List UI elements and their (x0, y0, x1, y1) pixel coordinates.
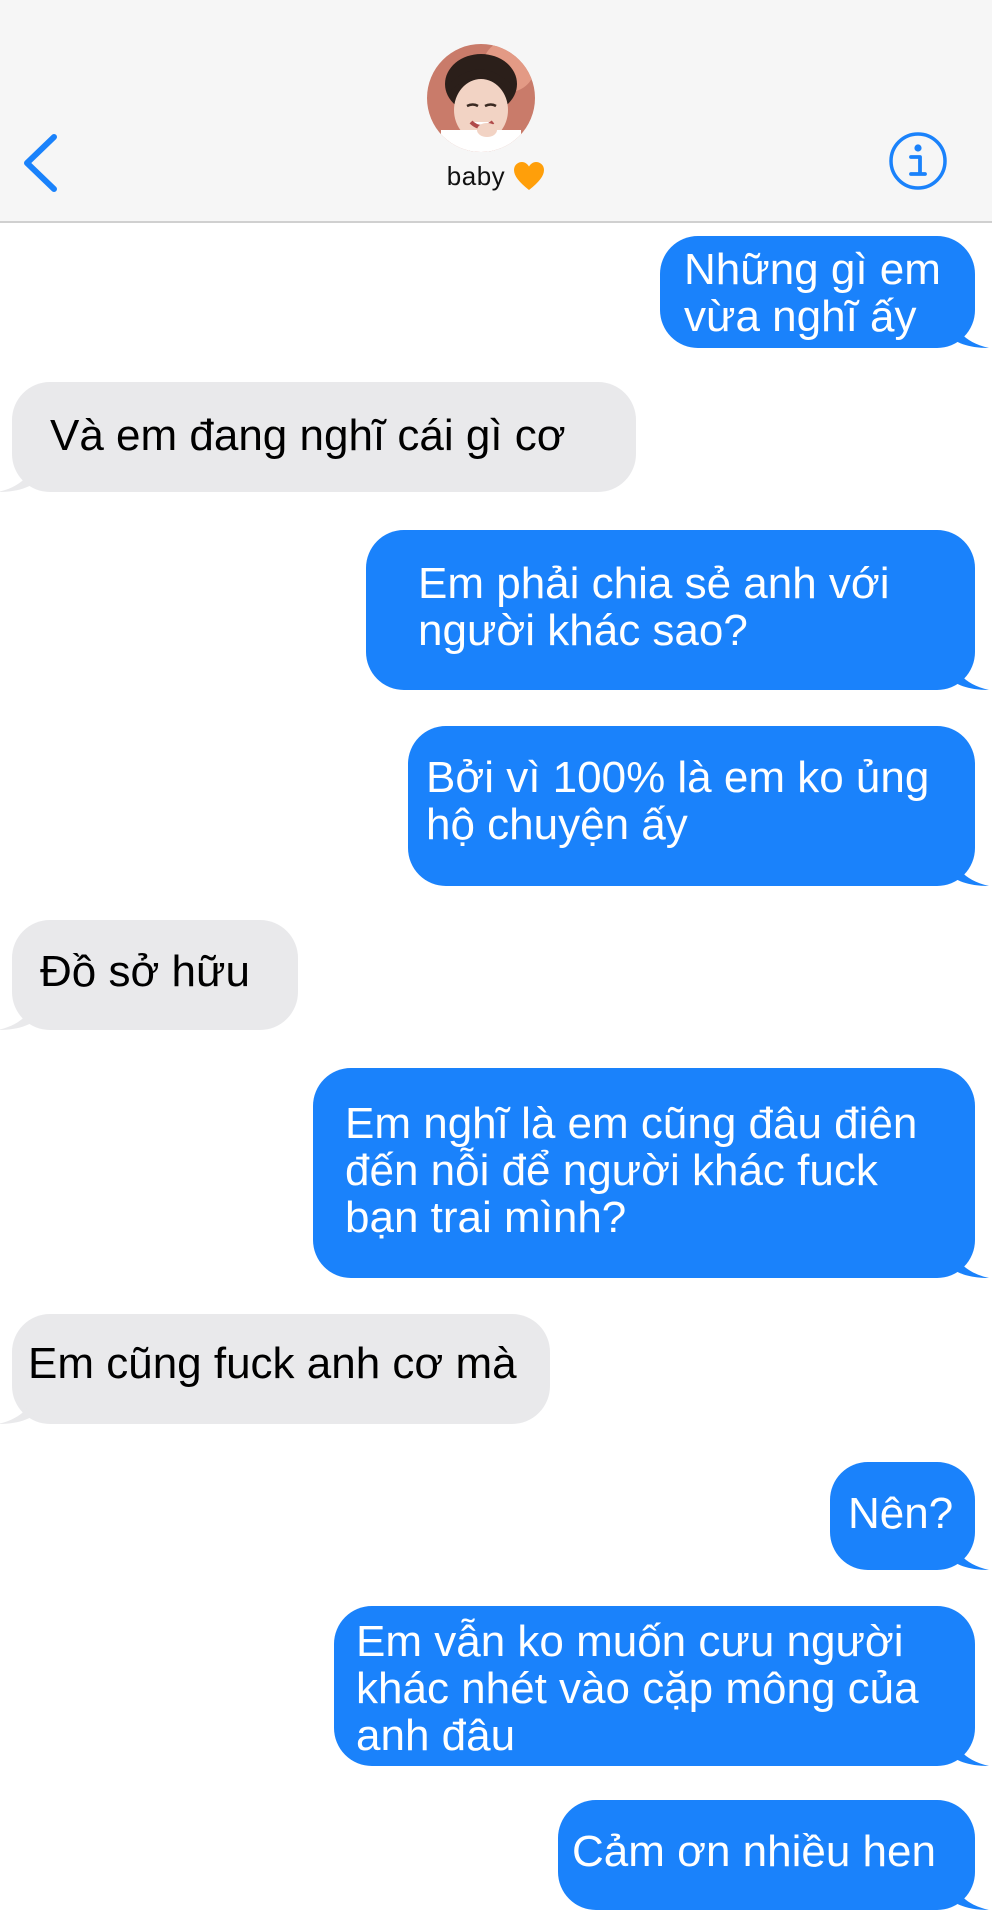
message-bubble-outgoing[interactable]: Cảm ơn nhiều hen (558, 1800, 989, 1910)
info-button[interactable] (888, 131, 948, 191)
message-bubble-outgoing[interactable]: Em vẫn ko muốn cưu người khác nhét vào c… (334, 1606, 989, 1766)
message-bubble-outgoing[interactable]: Nên? (830, 1462, 989, 1570)
message-bubble-incoming[interactable]: Và em đang nghĩ cái gì cơ (0, 382, 636, 492)
message-text: Em nghĩ là em cũng đâu điên đến nỗi để n… (345, 1099, 918, 1242)
message-bubble-outgoing[interactable]: Em phải chia sẻ anh với người khác sao? (366, 530, 989, 690)
message-text: Em vẫn ko muốn cưu người khác nhét vào c… (356, 1617, 919, 1760)
message-text: Và em đang nghĩ cái gì cơ (50, 411, 566, 460)
message-bubble-outgoing[interactable]: Em nghĩ là em cũng đâu điên đến nỗi để n… (313, 1068, 989, 1278)
conversation-header: baby (0, 0, 992, 223)
message-bubble-outgoing[interactable]: Những gì em vừa nghĩ ấy (660, 236, 989, 348)
contact-name[interactable]: baby (396, 160, 596, 192)
chevron-left-icon (24, 134, 57, 192)
avatar[interactable] (427, 44, 535, 152)
orange-heart-icon (513, 161, 545, 191)
contact-name-label: baby (446, 160, 506, 191)
info-icon (889, 132, 947, 190)
message-text: Cảm ơn nhiều hen (572, 1827, 936, 1876)
message-text: Những gì em vừa nghĩ ấy (684, 245, 941, 341)
message-text: Em cũng fuck anh cơ mà (28, 1339, 517, 1388)
message-text: Đồ sở hữu (40, 947, 250, 996)
message-text: Nên? (848, 1489, 954, 1538)
message-text: Bởi vì 100% là em ko ủng hộ chuyện ấy (426, 753, 930, 849)
message-text: Em phải chia sẻ anh với người khác sao? (418, 559, 890, 655)
message-bubble-incoming[interactable]: Em cũng fuck anh cơ mà (0, 1314, 550, 1424)
message-bubble-outgoing[interactable]: Bởi vì 100% là em ko ủng hộ chuyện ấy (408, 726, 989, 886)
back-button[interactable] (18, 133, 62, 193)
message-bubble-incoming[interactable]: Đồ sở hữu (0, 920, 298, 1030)
